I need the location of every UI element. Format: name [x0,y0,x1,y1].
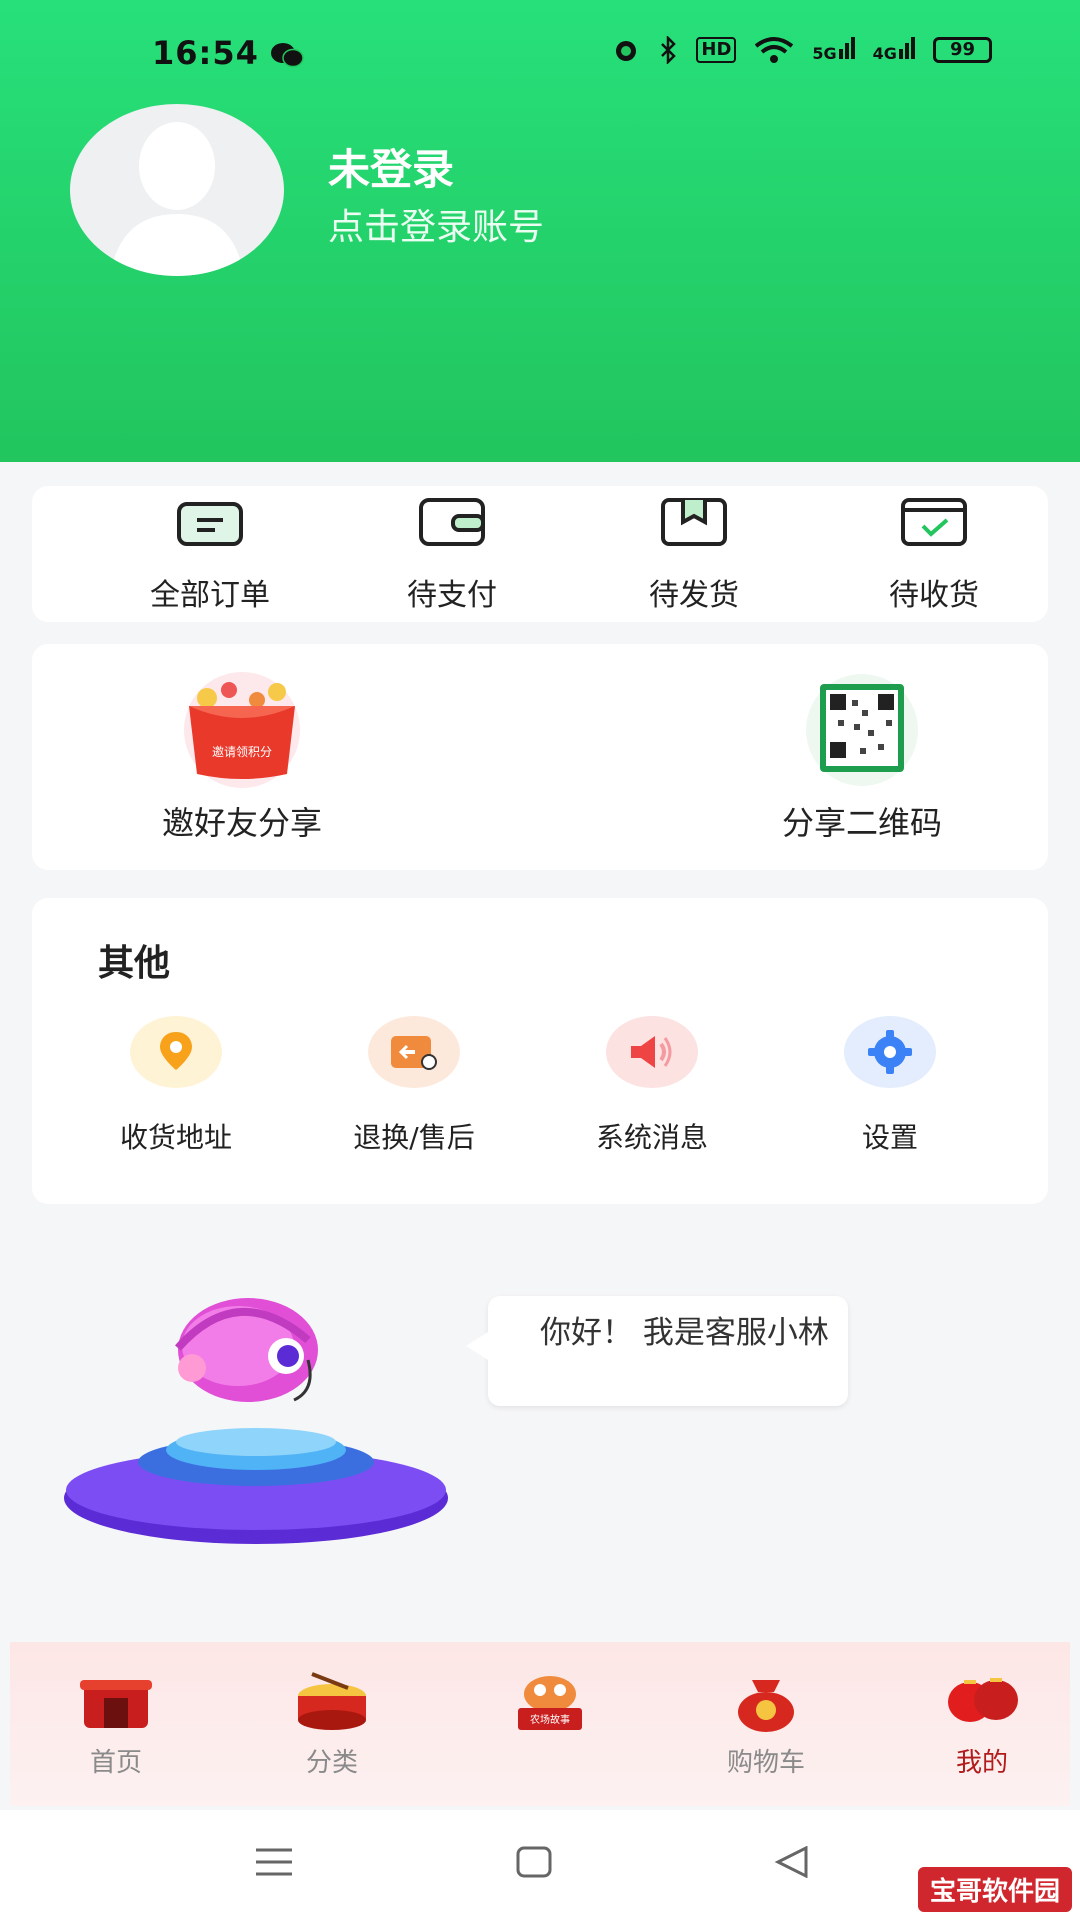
wechat-icon [271,43,304,68]
drum-icon [298,1672,366,1730]
signal-5g-icon: 5G [812,37,855,63]
home-square-icon[interactable] [516,1846,552,1878]
avatar-placeholder-icon [110,122,244,276]
home-gate-icon [80,1680,152,1728]
tab-category[interactable]: 分类 [272,1670,392,1779]
red-envelope-icon: 邀请领积分 [184,672,300,788]
invite-badge-text: 邀请领积分 [212,744,272,759]
package-icon [661,498,727,546]
pending-shipment-label: 待发货 [649,578,739,613]
bluetooth-icon [661,36,677,64]
hd-icon: HD [696,37,737,63]
assistant-speech-bubble[interactable]: 你好！ 我是客服小林 [466,1296,848,1406]
farm-story-text: 农场故事 [530,1713,570,1726]
watermark-badge: 宝哥软件园 [917,1867,1072,1912]
tab-cart[interactable]: 购物车 [706,1670,826,1779]
assistant-greeting: 你好！ 我是客服小林 [540,1315,829,1351]
signal-4g-icon: 4G [873,37,915,63]
address-label: 收货地址 [119,1121,232,1154]
status-time: 16:54 [152,34,259,72]
battery-icon: 99 [932,37,992,63]
location-icon [130,1016,222,1088]
received-icon [901,498,967,546]
order-all-button[interactable]: 全部订单 [120,496,300,614]
lion-dance-icon: 农场故事 [518,1676,582,1730]
tab-home-label: 首页 [89,1748,142,1778]
invite-friends-button[interactable]: 邀请领积分 邀好友分享 [122,670,362,844]
status-bar: 16:54 HD 5G 4G 99 [0,0,1080,110]
invite-friends-label: 邀好友分享 [161,804,322,842]
order-shortcuts: 全部订单 待支付 待发货 待收货 [32,486,1048,622]
speaker-icon [606,1016,698,1088]
tab-mine[interactable]: 我的 [922,1670,1042,1779]
login-prompt[interactable]: 点击登录账号 [328,198,544,250]
order-all-label: 全部订单 [150,578,270,613]
pending-receipt-label: 待收货 [889,578,979,613]
pending-payment-button[interactable]: 待支付 [362,496,542,614]
user-name[interactable]: 未登录 [328,136,454,197]
share-qrcode-label: 分享二维码 [781,804,942,842]
order-list-icon [177,502,243,546]
other-title: 其他 [98,943,171,984]
tab-mine-label: 我的 [955,1748,1008,1778]
settings-button[interactable]: 设置 [790,1016,990,1156]
customer-service-robot[interactable] [58,1290,454,1552]
share-panel: 邀请领积分 邀好友分享 分享二维码 [32,644,1048,870]
back-triangle-icon[interactable] [774,1846,810,1878]
system-messages-button[interactable]: 系统消息 [552,1016,752,1156]
qr-code-icon [806,674,918,786]
system-messages-label: 系统消息 [595,1121,708,1154]
lantern-icon [948,1678,1018,1722]
share-qrcode-button[interactable]: 分享二维码 [752,670,972,844]
other-services: 其他 收货地址 退换/售后 系统消息 设置 [32,898,1048,1204]
after-sales-button[interactable]: 退换/售后 [314,1016,514,1156]
tab-home[interactable]: 首页 [56,1670,176,1779]
return-icon [368,1016,460,1088]
wallet-icon [419,498,485,546]
lucky-bag-icon [738,1680,794,1732]
pending-shipment-button[interactable]: 待发货 [604,496,784,614]
tab-farm-story[interactable]: 农场故事 [490,1670,610,1738]
wifi-icon [755,37,794,63]
after-sales-label: 退换/售后 [353,1121,475,1154]
avatar[interactable] [70,104,284,276]
pending-payment-label: 待支付 [407,578,497,613]
status-icons: HD 5G 4G 99 [612,36,992,64]
address-button[interactable]: 收货地址 [76,1016,276,1156]
tab-category-label: 分类 [305,1748,358,1778]
alarm-icon [616,41,637,61]
pending-receipt-button[interactable]: 待收货 [844,496,1024,614]
settings-label: 设置 [861,1121,918,1154]
gear-icon [844,1016,936,1088]
tab-cart-label: 购物车 [726,1748,805,1778]
menu-icon[interactable] [254,1846,294,1878]
bottom-tab-bar: 首页 分类 农场故事 购物车 我的 [10,1642,1070,1806]
